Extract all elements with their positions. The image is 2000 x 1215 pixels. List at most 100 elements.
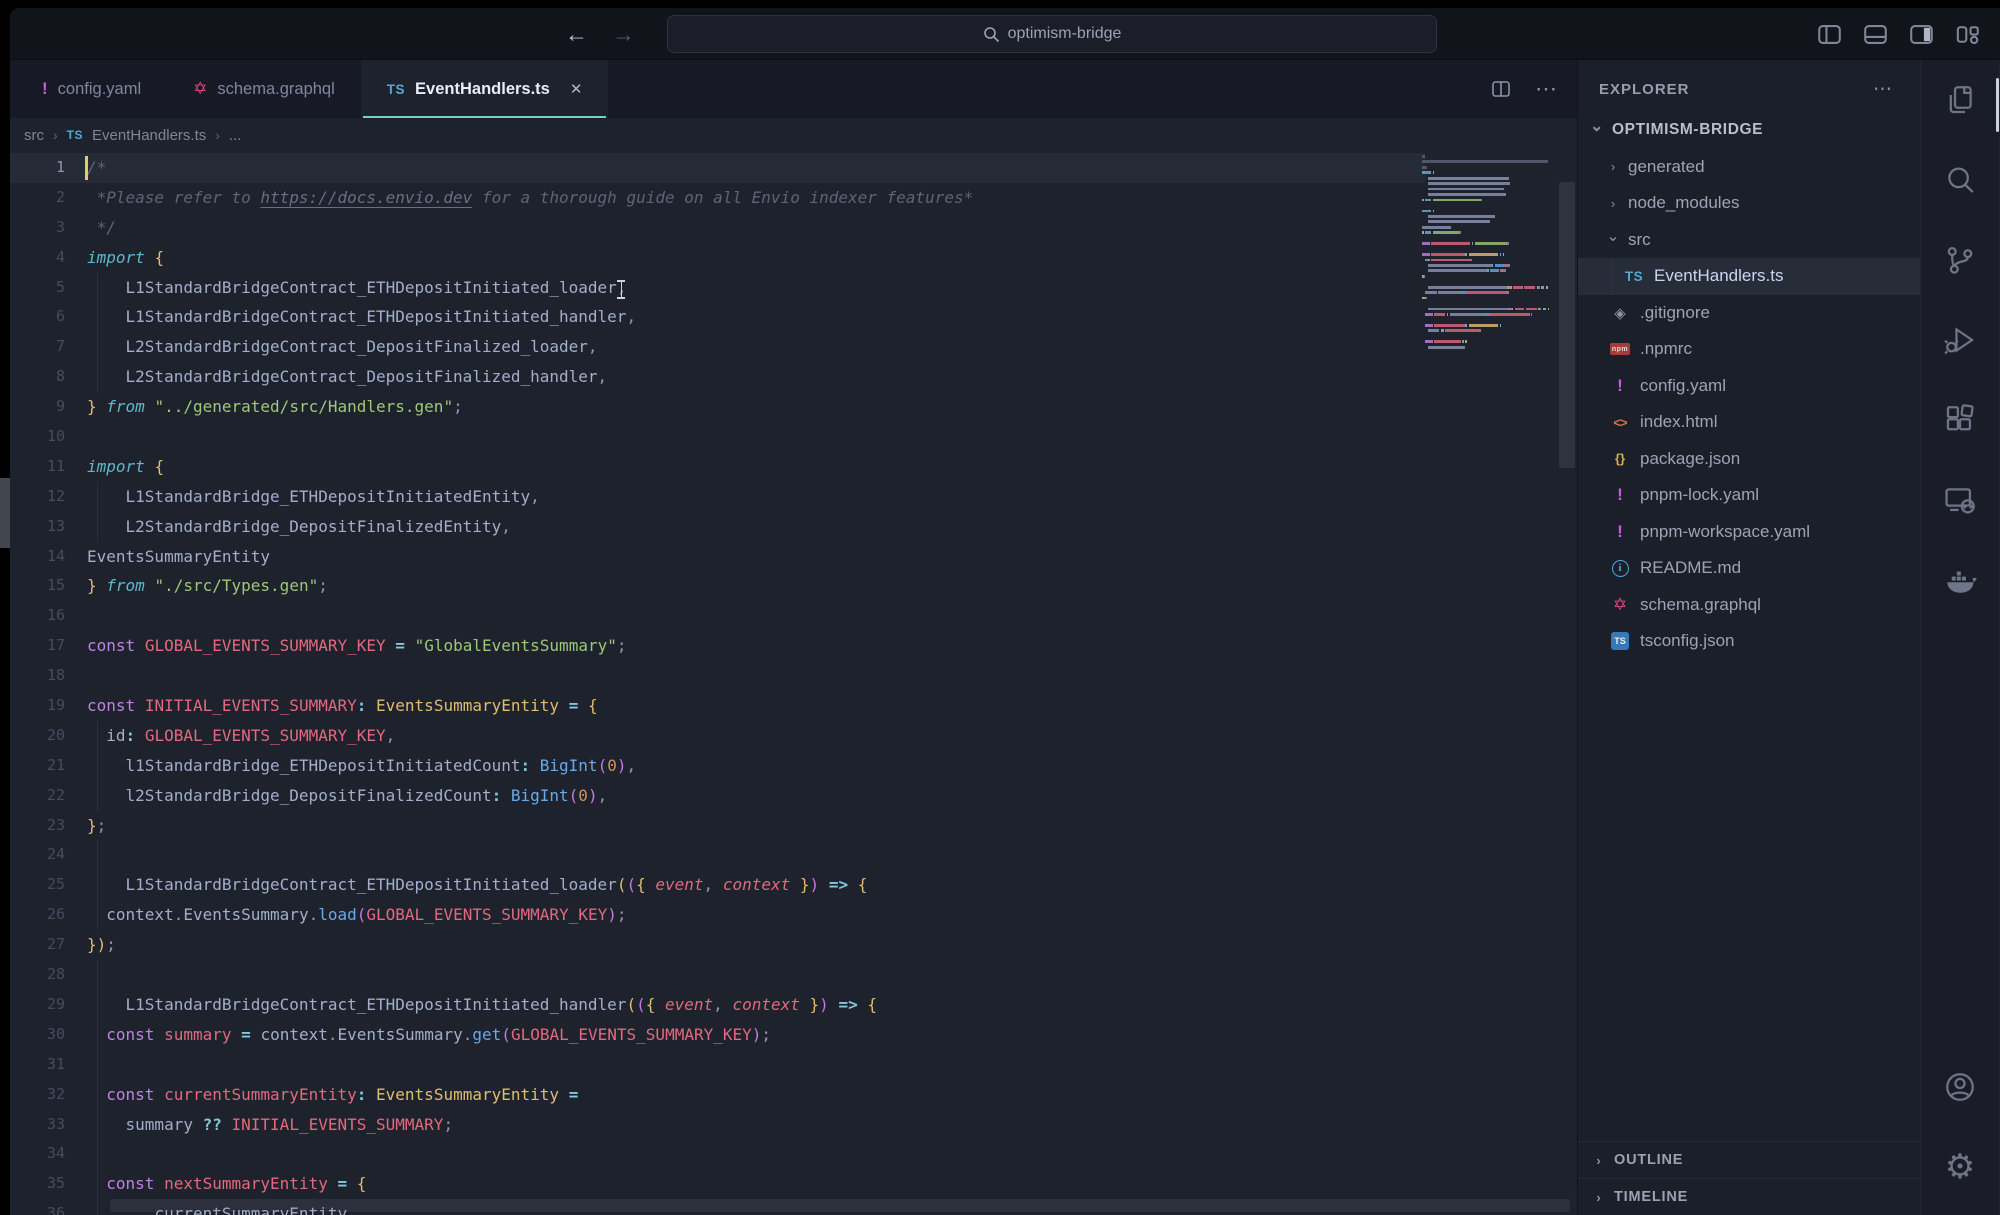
file-label: pnpm-workspace.yaml (1640, 522, 1810, 542)
chevron-down-icon: ⌄ (1606, 226, 1620, 246)
explorer-icon[interactable] (1921, 60, 2000, 140)
sidebar-item-pnpm-lock.yaml[interactable]: !pnpm-lock.yaml (1578, 477, 1920, 514)
code-line: 18 (10, 661, 1425, 691)
customize-layout-icon[interactable] (1953, 20, 1982, 49)
indent-guide (97, 1139, 98, 1169)
toggle-secondary-sidebar-icon[interactable] (1907, 20, 1936, 49)
horizontal-scrollbar[interactable] (110, 1199, 1570, 1212)
remote-explorer-icon[interactable] (1921, 460, 2000, 540)
explorer-more-actions[interactable]: ⋯ (1873, 78, 1894, 101)
sidebar-item-src[interactable]: ⌄src (1578, 222, 1920, 259)
minimap-line (1420, 269, 1552, 272)
minimap-line (1420, 231, 1552, 234)
code-line: 3 */ (10, 213, 1425, 243)
minimap[interactable] (1420, 155, 1552, 365)
split-editor-icon[interactable] (1489, 77, 1513, 101)
search-icon[interactable] (1921, 140, 2000, 220)
line-number: 15 (10, 571, 87, 601)
docker-icon[interactable] (1921, 540, 2000, 620)
sidebar-item-README.md[interactable]: iREADME.md (1578, 550, 1920, 587)
file-label: EventHandlers.ts (1654, 266, 1783, 286)
sidebar-item-tsconfig.json[interactable]: TStsconfig.json (1578, 623, 1920, 660)
line-number: 19 (10, 691, 87, 721)
code-line: 25 L1StandardBridgeContract_ETHDepositIn… (10, 870, 1425, 900)
command-center-search[interactable]: optimism-bridge (667, 15, 1437, 53)
minimap-line (1420, 308, 1552, 311)
code-line: 1/* (10, 153, 1425, 183)
line-number: 3 (10, 213, 87, 243)
vscode-window: ← → optimism-bridge !config.yaml✡schema.… (10, 8, 2000, 1215)
line-number: 10 (10, 422, 87, 452)
code-line-content: L2StandardBridgeContract_DepositFinalize… (87, 362, 607, 392)
tab-close-icon[interactable]: ✕ (570, 80, 583, 98)
code-line: 17const GLOBAL_EVENTS_SUMMARY_KEY = "Glo… (10, 631, 1425, 661)
sidebar-item-.gitignore[interactable]: ◈.gitignore (1578, 295, 1920, 332)
breadcrumb-item[interactable]: EventHandlers.ts (92, 127, 206, 144)
breadcrumb-separator: › (53, 127, 58, 143)
toggle-primary-sidebar-icon[interactable] (1815, 20, 1844, 49)
source-control-icon[interactable] (1921, 220, 2000, 300)
sidebar-item-schema.graphql[interactable]: ✡schema.graphql (1578, 587, 1920, 624)
title-bar: ← → optimism-bridge (10, 8, 2000, 60)
breadcrumb[interactable]: src›TSEventHandlers.ts›... (10, 118, 1577, 152)
code-editor[interactable]: 1/*2 *Please refer to https://docs.envio… (10, 152, 1577, 1215)
line-number: 5 (10, 273, 87, 303)
section-timeline[interactable]: ›TIMELINE (1578, 1178, 1920, 1215)
file-label: config.yaml (1640, 376, 1726, 396)
sidebar-item-package.json[interactable]: {}package.json (1578, 441, 1920, 478)
tab-config.yaml[interactable]: !config.yaml (10, 60, 167, 118)
chevron-right-icon: › (1592, 1190, 1606, 1205)
section-label: OUTLINE (1614, 1152, 1683, 1168)
code-line: 19const INITIAL_EVENTS_SUMMARY: EventsSu… (10, 691, 1425, 721)
tab-label: schema.graphql (217, 80, 334, 99)
sidebar-item-index.html[interactable]: <>index.html (1578, 404, 1920, 441)
code-line-content: l1StandardBridge_ETHDepositInitiatedCoun… (87, 751, 636, 781)
yaml-file-icon: ! (1617, 485, 1623, 505)
explorer-title: EXPLORER (1599, 81, 1690, 98)
indent-guide (97, 512, 98, 542)
line-number: 17 (10, 631, 87, 661)
line-number: 28 (10, 960, 87, 990)
explorer-root-folder[interactable]: ⌄OPTIMISM-BRIDGE (1578, 112, 1920, 149)
line-number: 1 (10, 153, 87, 183)
account-icon[interactable] (1921, 1047, 2000, 1127)
breadcrumb-item[interactable]: ... (229, 127, 242, 144)
tab-schema.graphql[interactable]: ✡schema.graphql (167, 60, 361, 118)
editor-more-actions[interactable]: ⋯ (1535, 76, 1559, 102)
tab-EventHandlers.ts[interactable]: TSEventHandlers.ts✕ (361, 60, 609, 118)
code-line: 4import { (10, 243, 1425, 273)
line-number: 36 (10, 1199, 87, 1215)
indent-guide (97, 1050, 98, 1080)
indent-guide (97, 990, 98, 1020)
navigate-back-button[interactable]: ← (565, 23, 588, 46)
section-outline[interactable]: ›OUTLINE (1578, 1141, 1920, 1178)
code-line: 22 l2StandardBridge_DepositFinalizedCoun… (10, 781, 1425, 811)
code-line-content: const GLOBAL_EVENTS_SUMMARY_KEY = "Globa… (87, 631, 627, 661)
indent-guide (97, 332, 98, 362)
extensions-icon[interactable] (1921, 380, 2000, 460)
code-line: 12 L1StandardBridge_ETHDepositInitiatedE… (10, 482, 1425, 512)
breadcrumb-item[interactable]: src (24, 127, 44, 144)
minimap-line (1420, 313, 1552, 316)
navigate-forward-button[interactable]: → (612, 23, 635, 46)
settings-icon[interactable]: ⚙ (1921, 1127, 2000, 1207)
indent-guide (97, 1110, 98, 1140)
vertical-scrollbar[interactable] (1559, 182, 1575, 468)
npm-file-icon: npm (1610, 343, 1630, 355)
code-line: 29 L1StandardBridgeContract_ETHDepositIn… (10, 990, 1425, 1020)
sidebar-item-pnpm-workspace.yaml[interactable]: ! pnpm-workspace.yaml (1578, 514, 1920, 551)
sidebar-item-generated[interactable]: ›generated (1578, 149, 1920, 186)
run-debug-icon[interactable] (1921, 300, 2000, 380)
code-line: 23}; (10, 811, 1425, 841)
indent-guide (97, 870, 98, 900)
code-line: 10 (10, 422, 1425, 452)
sidebar-item-config.yaml[interactable]: !config.yaml (1578, 368, 1920, 405)
yaml-file-icon: ! (1617, 522, 1623, 542)
toggle-panel-icon[interactable] (1861, 20, 1890, 49)
sidebar-item-node_modules[interactable]: ›node_modules (1578, 185, 1920, 222)
sidebar-item-EventHandlers.ts[interactable]: TSEventHandlers.ts (1578, 258, 1920, 295)
indent-guide (97, 362, 98, 392)
chevron-right-icon: › (1606, 159, 1620, 174)
sidebar-item-.npmrc[interactable]: npm.npmrc (1578, 331, 1920, 368)
line-number: 25 (10, 870, 87, 900)
